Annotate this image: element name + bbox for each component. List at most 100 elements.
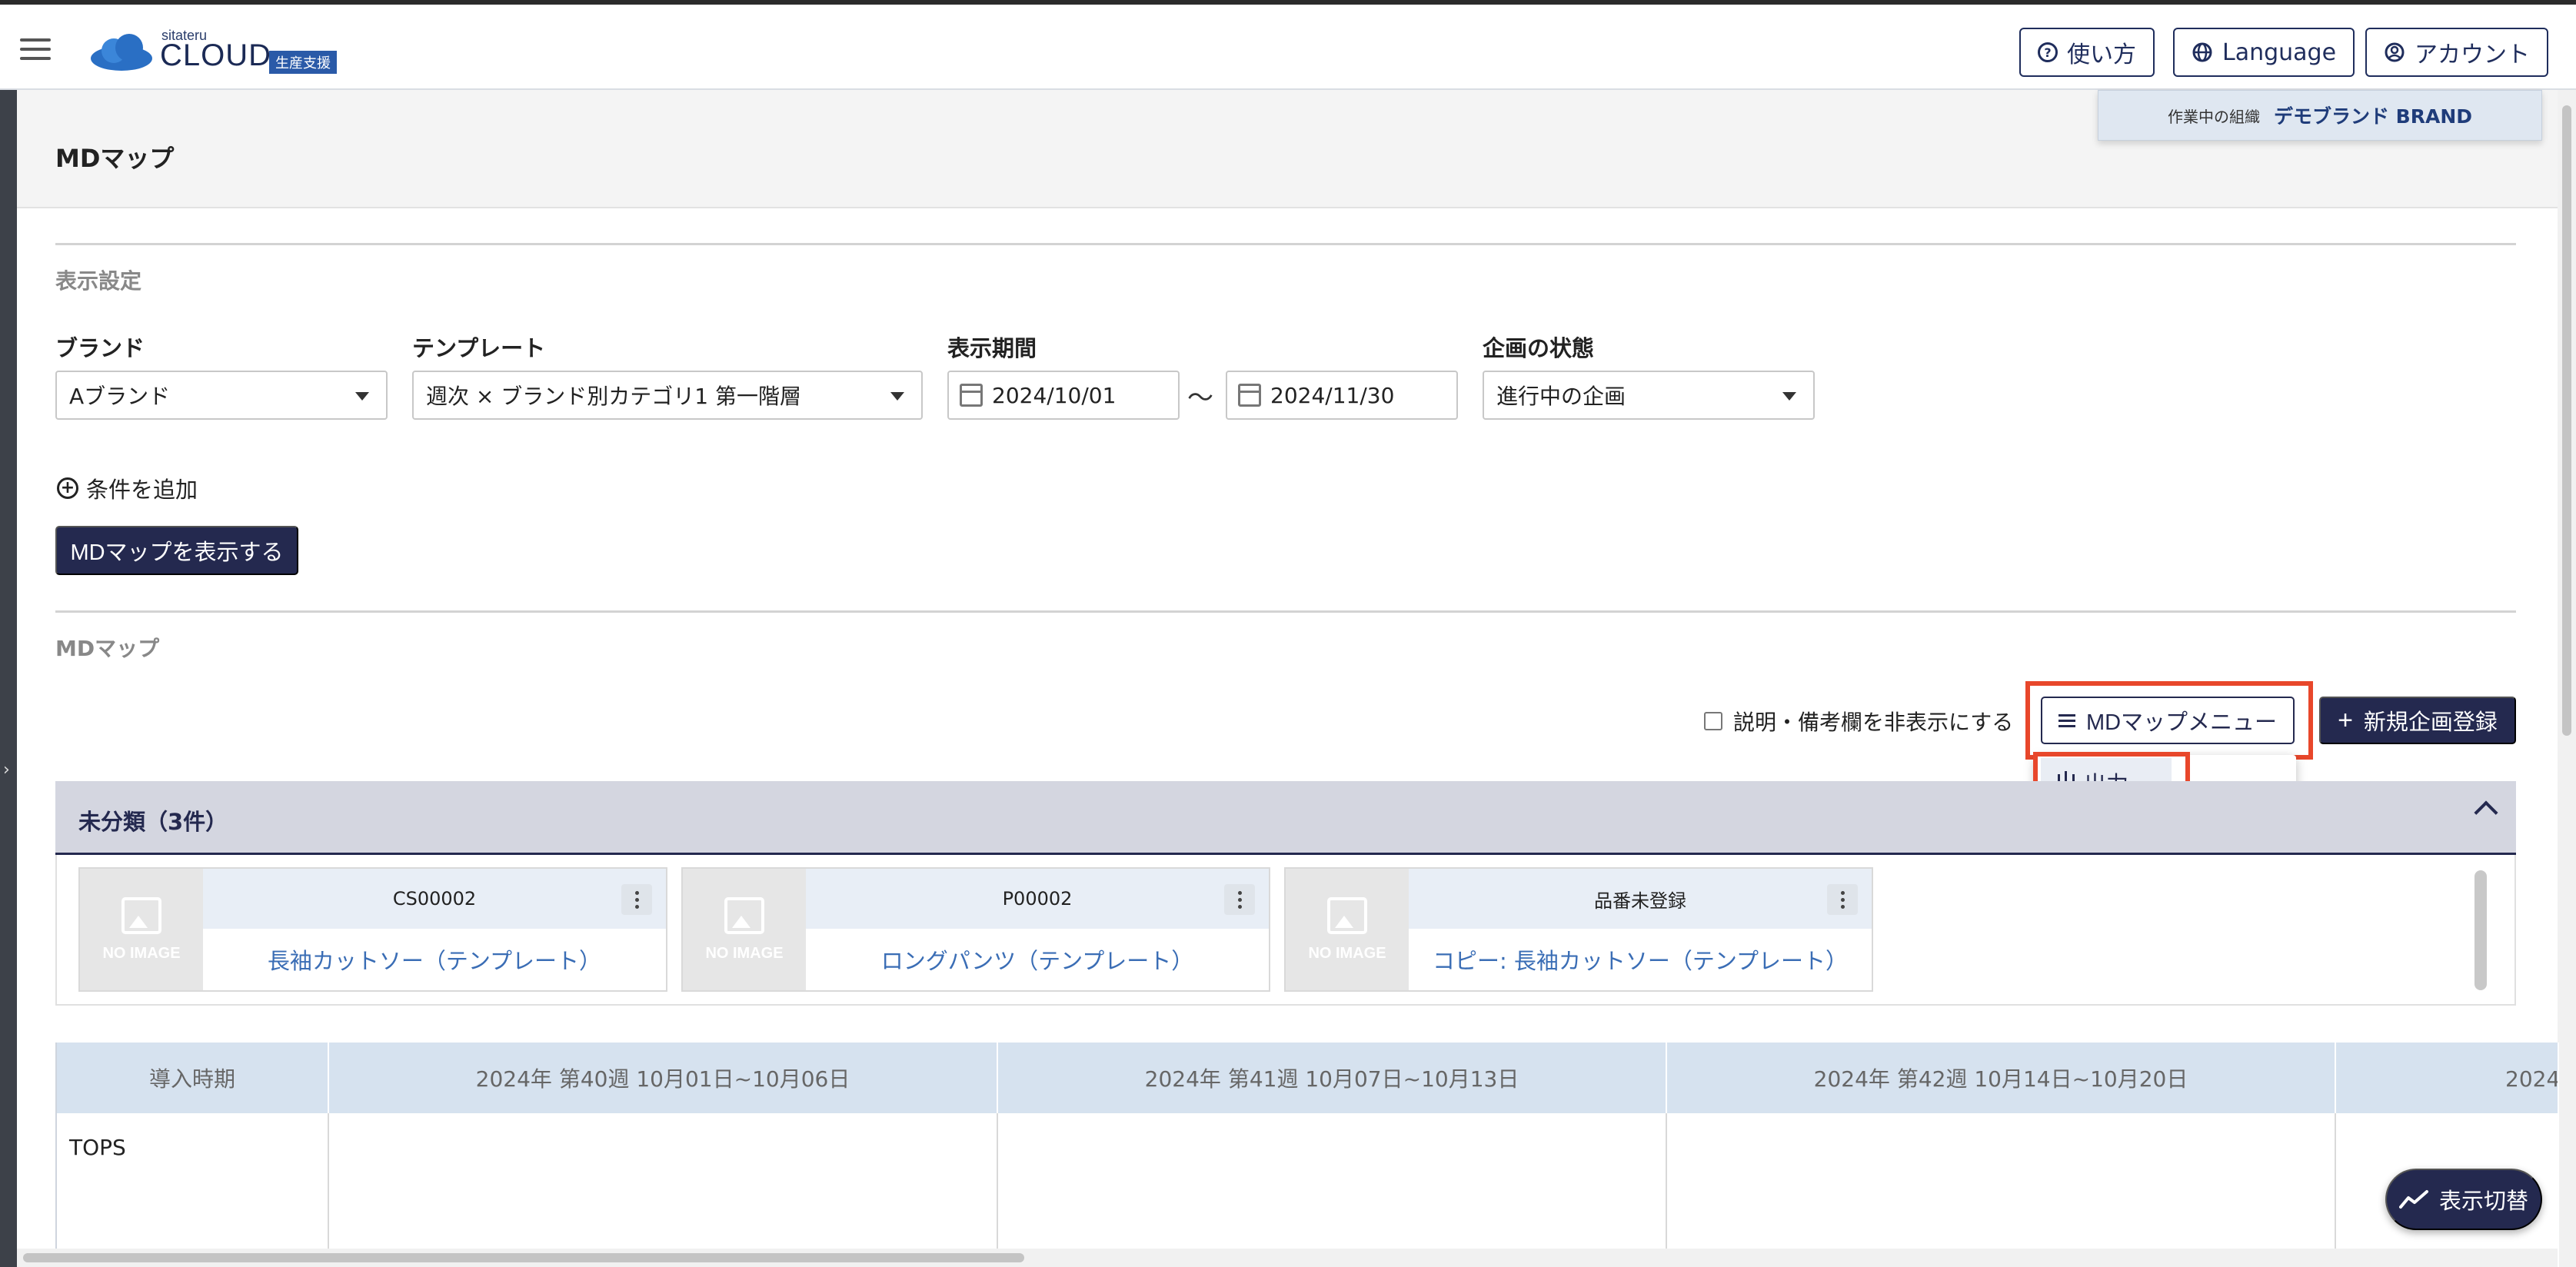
no-image-label: NO IMAGE	[102, 944, 181, 962]
product-code: CS00002	[203, 869, 666, 929]
active-organization-tab: 作業中の組織 デモブランド BRAND	[2098, 90, 2542, 141]
md-map-menu-label: MDマップメニュー	[2085, 710, 2278, 735]
plus-icon: +	[2338, 705, 2353, 735]
caret-down-icon	[1782, 392, 1796, 401]
product-card[interactable]: NO IMAGE P00002 ロングパンツ（テンプレート）	[681, 867, 1270, 992]
period-end-input[interactable]: 2024/11/30	[1226, 371, 1458, 420]
caret-down-icon	[890, 392, 904, 401]
cloud-logo-icon	[91, 34, 152, 71]
add-condition-link[interactable]: + 条件を追加	[57, 472, 198, 504]
product-code: P00002	[806, 869, 1269, 929]
no-image-label: NO IMAGE	[705, 944, 784, 962]
divider	[55, 243, 2516, 245]
horizontal-scrollbar[interactable]	[17, 1249, 2558, 1267]
table-cell	[998, 1113, 1667, 1267]
user-circle-icon	[2385, 42, 2405, 62]
app-header: sitateru CLOUD 生産支援 ? 使い方 Language アカウント	[0, 5, 2576, 90]
globe-icon	[2192, 42, 2212, 62]
period-start-value: 2024/10/01	[992, 382, 1117, 408]
product-name-link[interactable]: コピー: 長袖カットソー（テンプレート）	[1409, 929, 1872, 990]
new-plan-label: 新規企画登録	[2363, 710, 2498, 735]
cards-scrollbar[interactable]	[2474, 870, 2487, 990]
md-map-menu-button[interactable]: MDマップメニュー	[2041, 697, 2295, 744]
chevron-right-icon[interactable]: ›	[3, 760, 10, 780]
add-condition-label: 条件を追加	[86, 477, 198, 503]
period-separator: 〜	[1187, 383, 1213, 414]
question-icon: ?	[2038, 42, 2058, 62]
show-md-map-button[interactable]: MDマップを表示する	[55, 526, 298, 575]
column-header: 導入時期	[57, 1043, 329, 1113]
trend-line-icon	[2398, 1190, 2428, 1209]
no-image-label: NO IMAGE	[1308, 944, 1386, 962]
kebab-menu-icon[interactable]	[1827, 884, 1858, 915]
brand-select[interactable]: Aブランド	[55, 371, 388, 420]
product-card[interactable]: NO IMAGE 品番未登録 コピー: 長袖カットソー（テンプレート）	[1284, 867, 1873, 992]
language-button[interactable]: Language	[2173, 28, 2355, 77]
account-button[interactable]: アカウント	[2365, 28, 2548, 77]
plus-circle-icon: +	[57, 477, 78, 499]
chevron-up-icon[interactable]	[2474, 800, 2498, 825]
table-header-row: 導入時期 2024年 第40週 10月01日~10月06日 2024年 第41週…	[57, 1043, 2559, 1113]
status-value: 進行中の企画	[1496, 384, 1626, 409]
display-settings-heading: 表示設定	[55, 268, 142, 294]
side-rail[interactable]: ›	[0, 90, 17, 1267]
hamburger-menu-icon[interactable]	[20, 38, 51, 62]
view-toggle-button[interactable]: 表示切替	[2385, 1169, 2542, 1230]
hide-notes-label: 説明・備考欄を非表示にする	[1733, 710, 2014, 735]
uncategorized-title: 未分類（3件）	[78, 809, 228, 835]
template-label: テンプレート	[412, 335, 546, 361]
uncategorized-body: NO IMAGE CS00002 長袖カットソー（テンプレート） NO IMAG…	[55, 855, 2516, 1006]
kebab-menu-icon[interactable]	[1224, 884, 1255, 915]
image-icon	[121, 896, 161, 934]
calendar-icon	[1238, 384, 1261, 407]
image-icon	[1327, 896, 1367, 934]
app-logo[interactable]: sitateru CLOUD 生産支援	[88, 25, 349, 78]
hide-notes-checkbox[interactable]	[1704, 712, 1722, 730]
column-header: 2024年	[2336, 1043, 2559, 1113]
brand-value: Aブランド	[69, 384, 171, 409]
logo-badge: 生産支援	[269, 51, 337, 74]
vertical-scrollbar[interactable]	[2558, 90, 2576, 1267]
product-name-link[interactable]: 長袖カットソー（テンプレート）	[203, 929, 666, 990]
md-map-heading: MDマップ	[55, 636, 160, 661]
menu-lines-icon	[2058, 711, 2075, 730]
caret-down-icon	[355, 392, 369, 401]
page-title: MDマップ	[55, 144, 175, 173]
help-button[interactable]: ? 使い方	[2019, 28, 2155, 77]
uncategorized-header[interactable]: 未分類（3件）	[55, 781, 2516, 855]
period-end-value: 2024/11/30	[1270, 382, 1395, 408]
brand-label: ブランド	[55, 335, 145, 361]
md-map-table: 導入時期 2024年 第40週 10月01日~10月06日 2024年 第41週…	[55, 1043, 2559, 1267]
product-card[interactable]: NO IMAGE CS00002 長袖カットソー（テンプレート）	[78, 867, 667, 992]
language-label: Language	[2222, 38, 2337, 66]
period-label: 表示期間	[947, 335, 1037, 361]
account-label: アカウント	[2415, 42, 2530, 68]
kebab-menu-icon[interactable]	[621, 884, 652, 915]
product-code: 品番未登録	[1409, 869, 1872, 929]
view-toggle-label: 表示切替	[2438, 1189, 2528, 1214]
column-header: 2024年 第41週 10月07日~10月13日	[998, 1043, 1667, 1113]
product-image-placeholder: NO IMAGE	[80, 869, 203, 990]
divider	[55, 610, 2516, 613]
status-select[interactable]: 進行中の企画	[1483, 371, 1815, 420]
table-cell	[329, 1113, 998, 1267]
status-label: 企画の状態	[1483, 335, 1595, 361]
template-value: 週次 × ブランド別カテゴリ1 第一階層	[426, 384, 801, 409]
template-select[interactable]: 週次 × ブランド別カテゴリ1 第一階層	[412, 371, 923, 420]
calendar-icon	[960, 384, 983, 407]
column-header: 2024年 第42週 10月14日~10月20日	[1667, 1043, 2336, 1113]
image-icon	[724, 896, 764, 934]
org-label: 作業中の組織	[2167, 107, 2260, 126]
period-start-input[interactable]: 2024/10/01	[947, 371, 1180, 420]
horizontal-scroll-thumb[interactable]	[23, 1253, 1024, 1262]
product-image-placeholder: NO IMAGE	[1286, 869, 1409, 990]
logo-main-text: CLOUD	[160, 38, 272, 72]
row-label: TOPS	[69, 1135, 126, 1160]
vertical-scroll-thumb[interactable]	[2562, 105, 2571, 736]
product-image-placeholder: NO IMAGE	[683, 869, 806, 990]
hide-notes-checkbox-row[interactable]: 説明・備考欄を非表示にする	[1704, 706, 2013, 737]
product-name-link[interactable]: ロングパンツ（テンプレート）	[806, 929, 1269, 990]
table-cell	[1667, 1113, 2336, 1267]
column-header: 2024年 第40週 10月01日~10月06日	[329, 1043, 998, 1113]
new-plan-button[interactable]: + 新規企画登録	[2319, 697, 2516, 744]
